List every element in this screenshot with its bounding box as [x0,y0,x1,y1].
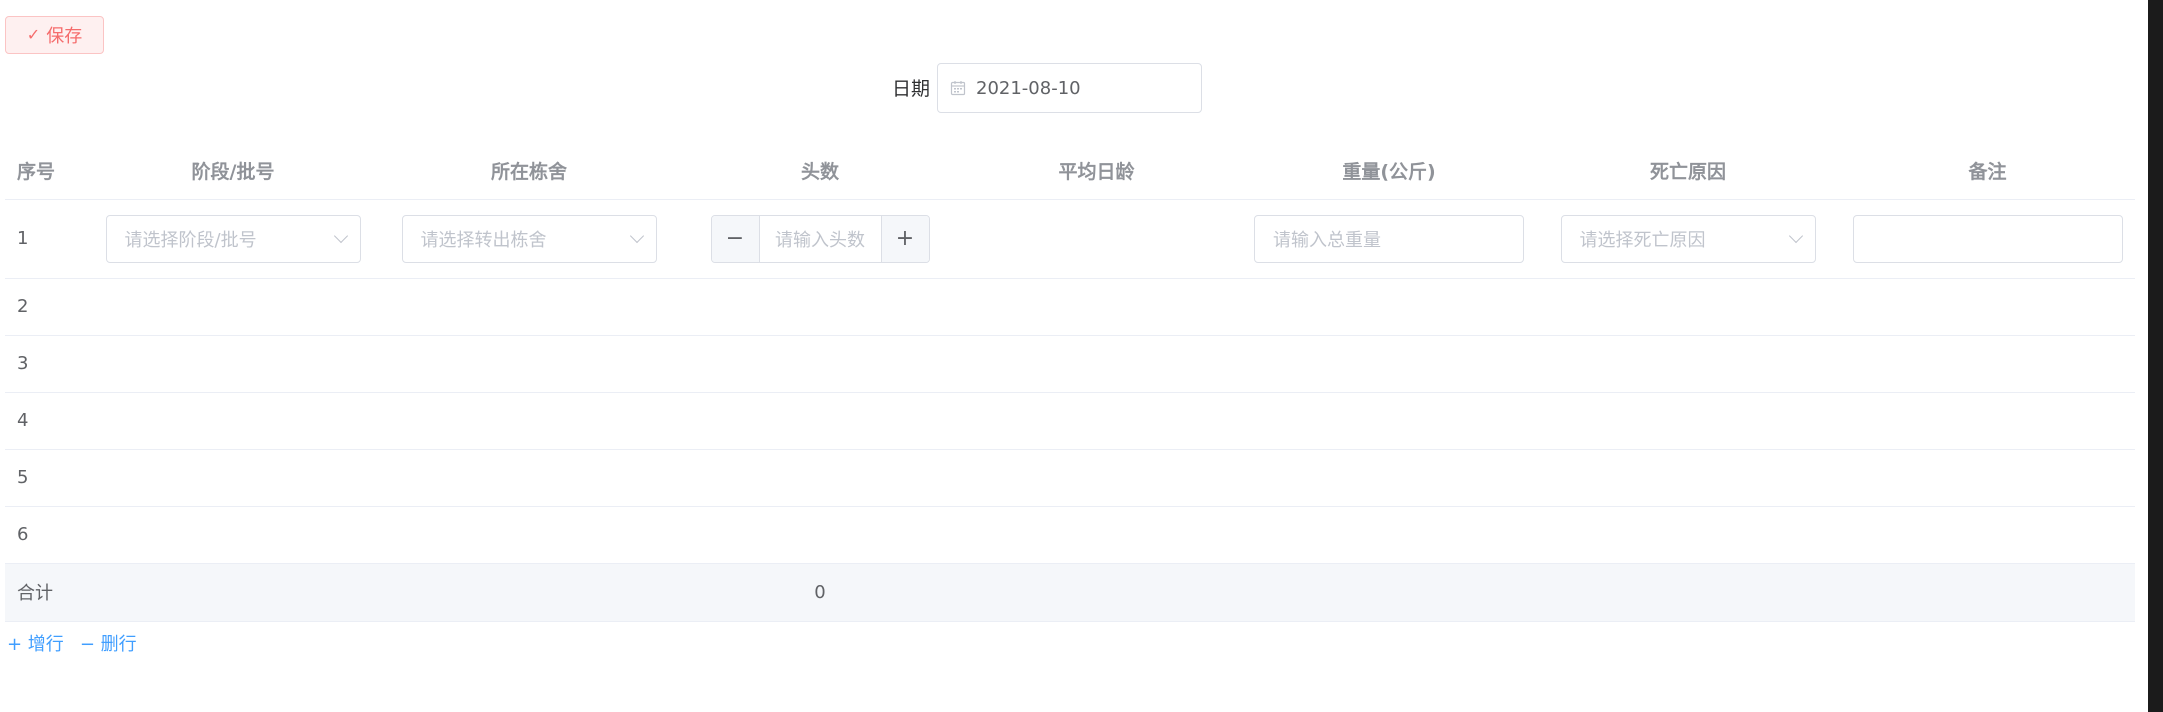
header-weight: 重量(公斤) [1242,143,1536,200]
header-death-reason: 死亡原因 [1536,143,1840,200]
row-index: 6 [5,506,97,564]
table-row: 6 [5,506,2135,564]
table-row: 2 [5,278,2135,336]
table-row: 5 [5,449,2135,507]
table-row: 3 [5,335,2135,393]
death-reason-placeholder: 请选择死亡原因 [1579,229,1706,251]
count-input[interactable]: 请输入头数 [760,216,881,262]
header-remark: 备注 [1840,143,2135,200]
chevron-down-icon [1788,228,1803,243]
check-icon: ✓ [26,25,41,44]
death-reason-select[interactable]: 请选择死亡原因 [1560,214,1816,263]
header-barn: 所在栋舍 [369,143,689,200]
row-actions: + 增行 − 删行 [7,630,137,656]
date-picker-input[interactable]: 2021-08-10 [937,63,1202,113]
decrement-button[interactable]: − [711,215,760,262]
records-table: 序号 阶段/批号 所在栋舍 头数 平均日龄 重量(公斤) 死亡原因 备注 1 请… [5,143,2135,622]
row-index: 3 [5,335,97,393]
row-index: 4 [5,392,97,450]
header-avg-age: 平均日龄 [951,143,1242,200]
header-count: 头数 [689,143,951,200]
death-reason-cell: 请选择死亡原因 [1536,199,1840,279]
table-row: 1 请选择阶段/批号 请选择转出栋舍 − 请输入头数 + 请输入总重量 请选择死… [5,199,2135,279]
chevron-down-icon [629,228,644,243]
table-row: 4 [5,392,2135,450]
avg-age-cell [951,199,1242,279]
delete-row-button[interactable]: − 删行 [80,630,137,656]
date-label: 日期 [892,78,931,100]
stage-cell: 请选择阶段/批号 [97,199,369,279]
save-button[interactable]: ✓ 保存 [5,16,104,54]
table-header-row: 序号 阶段/批号 所在栋舍 头数 平均日龄 重量(公斤) 死亡原因 备注 [5,143,2135,200]
stage-select-placeholder: 请选择阶段/批号 [124,229,257,251]
window-edge-bar [2148,0,2163,712]
summary-count-total: 0 [689,563,951,622]
header-stage: 阶段/批号 [97,143,369,200]
date-filter-row: 日期 2021-08-10 [0,63,2163,113]
weight-cell: 请输入总重量 [1242,199,1536,279]
remark-cell [1840,199,2135,279]
header-index: 序号 [5,143,97,200]
stage-select[interactable]: 请选择阶段/批号 [105,214,361,263]
calendar-icon [950,81,966,96]
summary-label: 合计 [5,563,97,622]
count-stepper[interactable]: − 请输入头数 + [710,214,930,263]
barn-select-placeholder: 请选择转出栋舍 [420,229,547,251]
count-cell: − 请输入头数 + [689,199,951,279]
row-index: 2 [5,278,97,336]
barn-cell: 请选择转出栋舍 [369,199,689,279]
chevron-down-icon [333,228,348,243]
remark-input[interactable] [1852,214,2123,263]
add-row-button[interactable]: + 增行 [7,630,64,656]
increment-button[interactable]: + [880,215,929,262]
row-index: 1 [5,199,97,279]
weight-input[interactable]: 请输入总重量 [1254,214,1524,263]
summary-row: 合计 0 [5,563,2135,622]
save-button-label: 保存 [46,26,83,47]
date-value: 2021-08-10 [976,77,1081,99]
barn-select[interactable]: 请选择转出栋舍 [401,214,657,263]
row-index: 5 [5,449,97,507]
